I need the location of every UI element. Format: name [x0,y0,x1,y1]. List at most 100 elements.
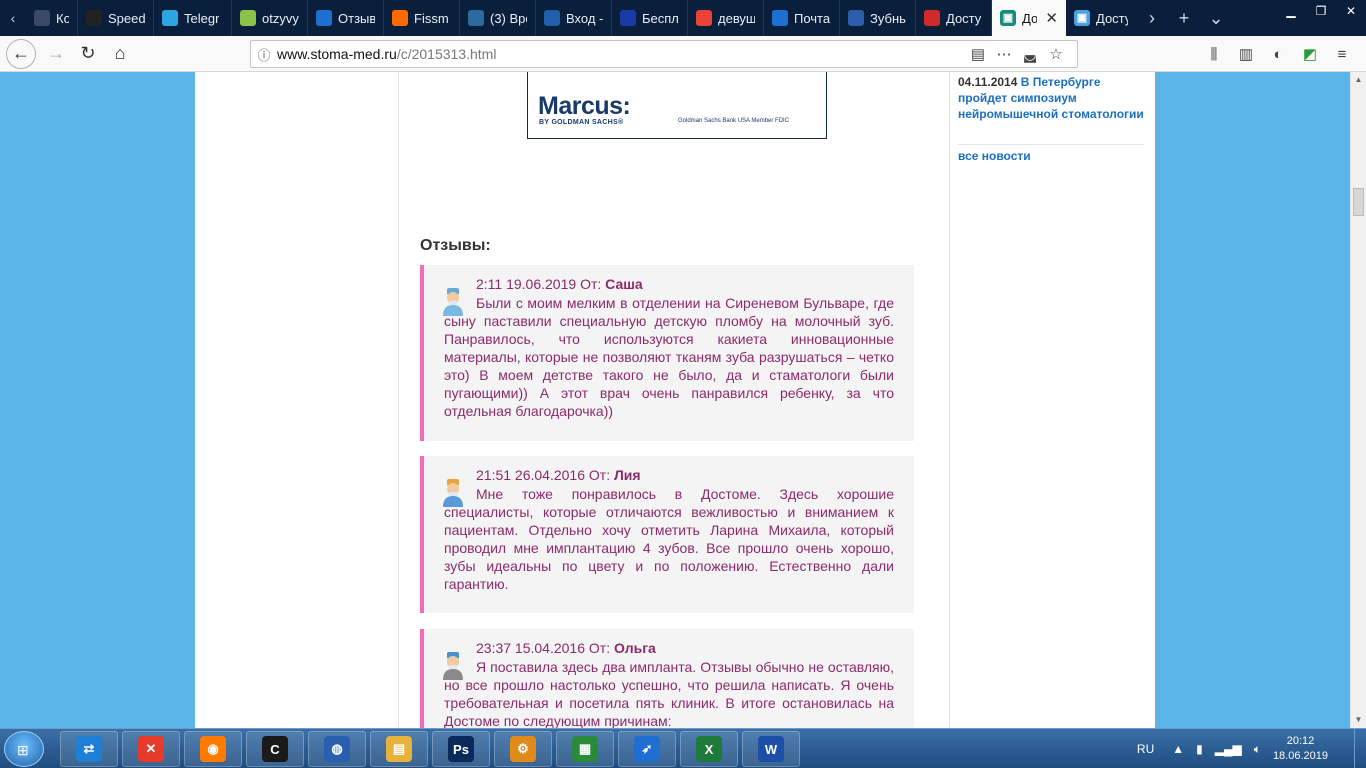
reader-view-icon[interactable]: ▤ [965,45,991,63]
review-meta: 23:37 15.04.2016 От: Ольга [476,640,656,656]
taskbar-app-teamviewer[interactable]: ⇄ [60,731,118,767]
tooth-icon: ▣ [1000,10,1016,26]
taskbar-app-photoshop[interactable]: Ps [432,731,490,767]
taskbar-app-xmind[interactable]: ✕ [122,731,180,767]
tab-scroll-right-icon[interactable]: › [1136,8,1168,29]
review-meta: 21:51 26.04.2016 От: Лия [476,467,641,483]
review-author: Ольга [613,640,656,656]
forward-arrow-icon[interactable]: → [40,38,72,70]
taskbar-app-firefox[interactable]: ◉ [184,731,242,767]
close-window-icon[interactable]: ✕ [1336,0,1366,22]
extension-icon[interactable]: ◩ [1294,40,1326,68]
tab-item[interactable]: Отзыв [308,0,384,36]
taskbar-app-explorer[interactable]: ▤ [370,731,428,767]
battery-icon[interactable]: ▮ [1196,742,1203,756]
ccleaner-icon: C [262,736,288,762]
navigation-bar: ← → ↻ ⌂ ⓘ www.stoma-med.ru/c/2015313.htm… [0,36,1366,72]
scroll-up-icon[interactable]: ▲ [1351,72,1366,88]
taskbar-app-ccleaner[interactable]: C [246,731,304,767]
bookmark-star-icon[interactable]: ☆ [1043,45,1069,63]
main-column: Marcus: BY GOLDMAN SACHS® Goldman Sachs … [400,72,948,728]
tab-label: Telegr [184,10,220,26]
site-favicon-icon [316,10,332,26]
volume-icon[interactable]: 🔈︎ [1254,742,1261,757]
vertical-scrollbar[interactable]: ▲ ▼ [1350,72,1366,728]
reload-icon[interactable]: ↻ [72,38,104,70]
review-meta: 2:11 19.06.2019 От: Саша [476,276,643,292]
tab-item[interactable]: Беспл [612,0,688,36]
url-bar[interactable]: ⓘ www.stoma-med.ru/c/2015313.html ▤ ⋯ ◛ … [250,40,1078,68]
reviews-title: Отзывы: [420,237,491,254]
restore-icon[interactable]: ❐ [1306,0,1336,22]
right-column: 04.11.2014 В Петербурге пройдет симпозиу… [949,72,1155,728]
show-hidden-icons-icon[interactable]: ▲ [1172,742,1184,756]
review-from-label: От: [588,467,611,483]
home-icon[interactable]: ⌂ [104,38,136,70]
scroll-down-icon[interactable]: ▼ [1351,712,1366,728]
tab-item[interactable]: (3) Вро [460,0,536,36]
site-favicon-icon [696,10,712,26]
photoshop-icon: Ps [448,736,474,762]
pocket-icon[interactable]: ◛ [1017,45,1043,63]
tab-active[interactable]: ▣ Дос ✕ [992,0,1066,36]
review-item: 2:11 19.06.2019 От: Саша Были с моим мел… [420,265,914,441]
taskbar-app-excel[interactable]: X [680,731,738,767]
sync-icon[interactable]: ◐ [1262,40,1294,68]
page-content: Marcus: BY GOLDMAN SACHS® Goldman Sachs … [195,72,1155,728]
more-actions-icon[interactable]: ⋯ [991,45,1017,63]
globe-icon: ◍ [324,736,350,762]
tab-item[interactable]: девуш [688,0,764,36]
toolbar-right: ⫼ ▥ ◐ ◩ ≡ [1198,40,1358,68]
tab-bar: ‹ Компл Speed Telegr otzyvy Отзыв Fissm (3) Вр… [0,0,1366,36]
start-button[interactable]: ⊞ [4,731,44,767]
tab-item[interactable]: Компл [26,0,78,36]
new-tab-icon[interactable]: + [1168,8,1200,29]
tab-item[interactable]: Telegr [154,0,232,36]
back-arrow-icon[interactable]: ← [6,38,36,69]
taskbar-app-monitor[interactable]: ▦ [556,731,614,767]
tab-label: Вход - [566,10,603,26]
tab-label: (3) Вро [490,10,527,26]
review-from-label: От: [588,640,611,656]
review-from-label: От: [580,276,602,292]
tab-label: Досту [946,10,982,26]
taskbar-app-tool[interactable]: ⚙ [494,731,552,767]
taskbar-app-globe[interactable]: ◍ [308,731,366,767]
url-host: www.stoma-med.ru [277,46,397,62]
sidebar-icon[interactable]: ▥ [1230,40,1262,68]
library-icon[interactable]: ⫼ [1198,40,1230,68]
scrollbar-thumb[interactable] [1353,188,1364,216]
minimize-icon[interactable]: ▁ [1276,0,1306,22]
site-favicon-icon [848,10,864,26]
network-signal-icon[interactable]: ▂▄▆ [1215,742,1242,756]
show-desktop-button[interactable] [1354,729,1366,768]
close-icon[interactable]: ✕ [1045,9,1058,27]
tab-after-active[interactable]: ▣ Досту [1066,0,1136,36]
ad-disclaimer: Goldman Sachs Bank USA Member FDIC [678,118,790,124]
tab-item[interactable]: Вход - [536,0,612,36]
tab-item[interactable]: otzyvy [232,0,308,36]
info-icon[interactable]: ⓘ [251,45,277,64]
tab-scroll-left-icon[interactable]: ‹ [0,0,26,36]
advertisement-banner[interactable]: Marcus: BY GOLDMAN SACHS® Goldman Sachs … [527,72,827,139]
language-indicator[interactable]: RU [1137,742,1154,756]
review-text: Были с моим мелким в отделении на Сирене… [444,295,894,419]
menu-icon[interactable]: ≡ [1326,40,1358,68]
tab-list-icon[interactable]: ⌄ [1200,8,1232,29]
all-news-link[interactable]: все новости [958,149,1031,163]
tab-item[interactable]: Speed [78,0,154,36]
tab-label: otzyvy [262,10,299,26]
clock-date: 18.06.2019 [1272,750,1328,762]
taskbar-app-wing[interactable]: ➶ [618,731,676,767]
taskbar-app-word[interactable]: W [742,731,800,767]
tooth-icon: ▣ [1074,10,1090,26]
clock[interactable]: 20:12 18.06.2019 [1273,734,1328,764]
tab-item[interactable]: Почта [764,0,840,36]
site-favicon-icon [392,10,408,26]
tab-item[interactable]: Зубнь [840,0,916,36]
tab-item[interactable]: Fissm [384,0,460,36]
explorer-icon: ▤ [386,736,412,762]
review-time: 2:11 19.06.2019 [476,276,577,292]
site-favicon-icon [544,10,560,26]
tab-item[interactable]: Досту [916,0,992,36]
